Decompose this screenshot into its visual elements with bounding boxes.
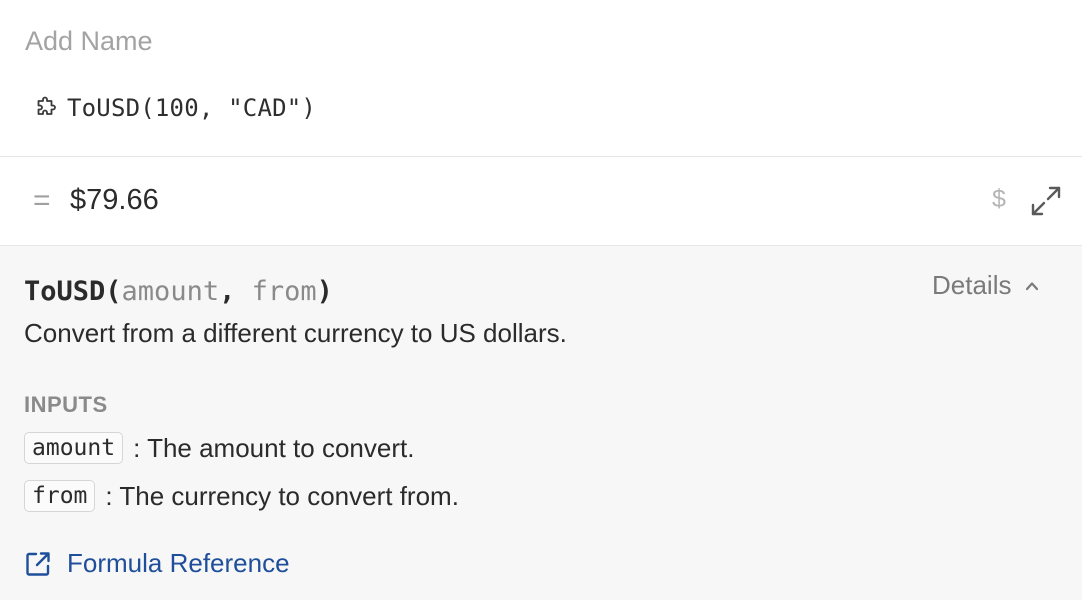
close-paren: ) bbox=[316, 276, 333, 307]
input-description: : The amount to convert. bbox=[133, 432, 415, 463]
input-name-chip: from bbox=[24, 480, 96, 512]
name-input[interactable]: Add Name bbox=[25, 26, 153, 57]
chevron-up-icon bbox=[1026, 281, 1039, 290]
param-name: amount bbox=[121, 276, 220, 307]
details-label: Details bbox=[932, 270, 1012, 300]
input-item: amount : The amount to convert. bbox=[24, 432, 414, 464]
input-item: from : The currency to convert from. bbox=[24, 480, 459, 512]
inputs-heading: INPUTS bbox=[24, 392, 108, 417]
formula-reference-label: Formula Reference bbox=[67, 548, 290, 578]
function-help-panel: ToUSD(amount, from) Details Convert from… bbox=[0, 246, 1082, 600]
result-value: $79.66 bbox=[70, 184, 159, 216]
formula-reference-link[interactable]: Formula Reference bbox=[24, 548, 290, 579]
input-name-chip: amount bbox=[24, 432, 124, 464]
function-signature: ToUSD(amount, from) bbox=[24, 276, 333, 307]
formula-input[interactable]: ToUSD(100, "CAD") bbox=[34, 90, 316, 126]
formula-text: ToUSD(100, "CAD") bbox=[67, 94, 317, 122]
puzzle-icon bbox=[37, 96, 56, 115]
details-toggle[interactable]: Details bbox=[932, 270, 1039, 301]
result-row: = $79.66 $ bbox=[0, 157, 1082, 245]
input-description: : The currency to convert from. bbox=[105, 480, 459, 511]
param-name: from bbox=[251, 276, 317, 307]
function-name: ToUSD( bbox=[24, 276, 122, 307]
equals-sign: = bbox=[33, 184, 51, 217]
expand-icon[interactable] bbox=[1028, 183, 1064, 219]
external-link-icon bbox=[26, 551, 50, 576]
function-description: Convert from a different currency to US … bbox=[24, 318, 567, 348]
formula-editor: Add Name ToUSD(100, "CAD") bbox=[0, 0, 1082, 156]
currency-format-icon[interactable]: $ bbox=[992, 185, 1006, 214]
param-separator: , bbox=[219, 276, 236, 307]
